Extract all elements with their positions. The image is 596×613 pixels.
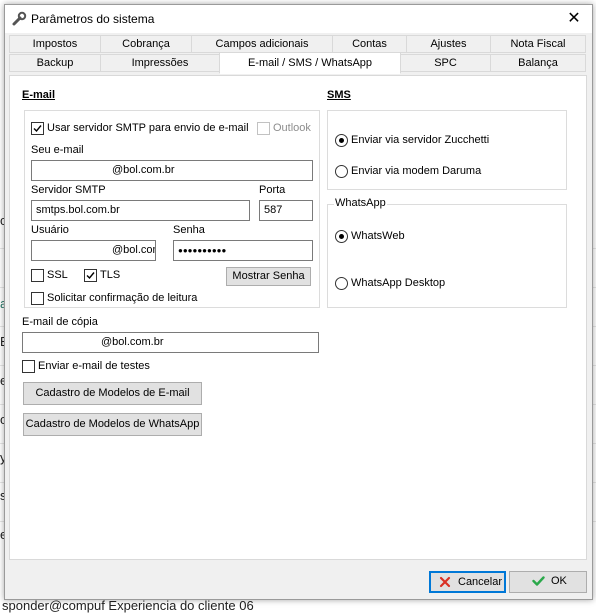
whatsapp-group: WhatsApp WhatsWeb WhatsApp Desktop xyxy=(327,197,567,308)
tab-email-sms-whatsapp[interactable]: E-mail / SMS / WhatsApp xyxy=(219,52,401,74)
cancel-x-icon xyxy=(439,576,451,591)
whatsapp-templates-button[interactable]: Cadastro de Modelos de WhatsApp xyxy=(23,413,202,436)
show-password-button[interactable]: Mostrar Senha xyxy=(226,267,311,286)
copy-email-field[interactable]: @bol.com.br xyxy=(22,332,319,353)
send-test-checkbox[interactable] xyxy=(22,360,35,373)
cancel-button[interactable]: Cancelar xyxy=(429,571,506,593)
ssl-checkbox[interactable] xyxy=(31,269,44,282)
smtp-server-field[interactable]: smtps.bol.com.br xyxy=(31,200,250,221)
outlook-checkbox[interactable] xyxy=(257,122,270,135)
tab-ajustes[interactable]: Ajustes xyxy=(406,35,491,53)
password-field[interactable]: ●●●●●●●●●● xyxy=(173,240,313,261)
background-bottom-text: sponder@compuf Experiencia do cliente 06 xyxy=(2,598,254,613)
use-smtp-checkbox[interactable] xyxy=(31,122,44,135)
sms-daruma-label: Enviar via modem Daruma xyxy=(351,165,482,177)
smtp-group: Usar servidor SMTP para envio de e-mail … xyxy=(24,110,320,308)
tab-panel: E-mail Usar servidor SMTP para envio de … xyxy=(9,75,587,560)
window-title: Parâmetros do sistema xyxy=(31,12,155,26)
email-section-title: E-mail xyxy=(22,89,56,101)
title-bar: Parâmetros do sistema ✕ xyxy=(5,5,592,33)
your-email-field[interactable]: @bol.com.br xyxy=(31,160,313,181)
sms-section-title: SMS xyxy=(327,89,351,101)
tab-campos-adicionais[interactable]: Campos adicionais xyxy=(191,35,333,53)
read-receipt-label: Solicitar confirmação de leitura xyxy=(47,292,198,304)
port-field[interactable]: 587 xyxy=(259,200,313,221)
tab-impostos[interactable]: Impostos xyxy=(9,35,101,53)
tab-cobranca[interactable]: Cobrança xyxy=(100,35,192,53)
user-field[interactable]: @bol.com xyxy=(31,240,156,261)
outlook-label: Outlook xyxy=(273,122,311,134)
ok-button[interactable]: OK xyxy=(509,571,587,593)
close-button[interactable]: ✕ xyxy=(562,9,586,29)
whatsapp-desktop-radio[interactable] xyxy=(335,277,348,290)
whatsapp-desktop-label: WhatsApp Desktop xyxy=(351,277,446,289)
sms-daruma-radio[interactable] xyxy=(335,165,348,178)
whatsweb-radio[interactable] xyxy=(335,230,348,243)
email-templates-button[interactable]: Cadastro de Modelos de E-mail xyxy=(23,382,202,405)
copy-email-label: E-mail de cópia xyxy=(22,316,98,328)
use-smtp-label: Usar servidor SMTP para envio de e-mail xyxy=(47,122,249,134)
ok-check-icon xyxy=(532,575,545,590)
wrench-icon xyxy=(11,11,27,27)
password-label: Senha xyxy=(173,224,205,236)
sms-group: Enviar via servidor Zucchetti Enviar via… xyxy=(327,110,567,190)
tab-contas[interactable]: Contas xyxy=(332,35,407,53)
tab-balanca[interactable]: Balança xyxy=(490,54,586,72)
send-test-label: Enviar e-mail de testes xyxy=(38,360,150,372)
tab-impressoes[interactable]: Impressões xyxy=(100,54,220,72)
tls-checkbox[interactable] xyxy=(84,269,97,282)
ok-button-label: OK xyxy=(551,575,567,587)
sms-zucchetti-label: Enviar via servidor Zucchetti xyxy=(351,134,490,146)
tab-backup[interactable]: Backup xyxy=(9,54,101,72)
tab-nota-fiscal[interactable]: Nota Fiscal xyxy=(490,35,586,53)
system-parameters-dialog: Parâmetros do sistema ✕ Impostos Cobranç… xyxy=(4,4,593,600)
smtp-server-label: Servidor SMTP xyxy=(31,184,106,196)
whatsapp-group-title: WhatsApp xyxy=(334,197,387,209)
user-label: Usuário xyxy=(31,224,69,236)
cancel-button-label: Cancelar xyxy=(458,576,503,588)
whatsweb-label: WhatsWeb xyxy=(351,230,405,242)
port-label: Porta xyxy=(259,184,286,196)
read-receipt-checkbox[interactable] xyxy=(31,292,44,305)
tab-spc[interactable]: SPC xyxy=(400,54,491,72)
sms-zucchetti-radio[interactable] xyxy=(335,134,348,147)
your-email-label: Seu e-mail xyxy=(31,144,84,156)
ssl-label: SSL xyxy=(47,269,68,281)
tls-label: TLS xyxy=(100,269,121,281)
